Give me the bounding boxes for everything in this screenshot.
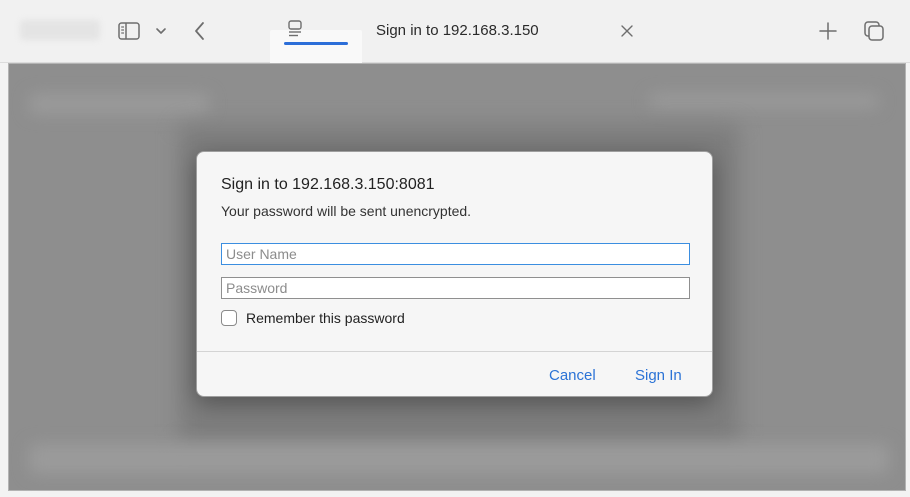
- tab-progress-bar: [284, 42, 348, 45]
- browser-toolbar: Sign in to 192.168.3.150: [0, 0, 910, 65]
- password-input[interactable]: [221, 277, 690, 299]
- chevron-down-icon[interactable]: [154, 24, 168, 38]
- dialog-divider: [197, 351, 712, 352]
- close-icon[interactable]: [619, 23, 635, 39]
- remember-password-checkbox[interactable]: [221, 310, 237, 326]
- traffic-lights-area: [20, 20, 100, 40]
- back-icon[interactable]: [191, 20, 209, 42]
- plus-icon[interactable]: [818, 21, 838, 41]
- dialog-warning-text: Your password will be sent unencrypted.: [221, 203, 472, 219]
- page-icon: [288, 20, 302, 37]
- auth-dialog: Sign in to 192.168.3.150:8081 Your passw…: [196, 151, 713, 397]
- tab-title[interactable]: Sign in to 192.168.3.150: [376, 22, 539, 39]
- cancel-button[interactable]: Cancel: [549, 367, 596, 384]
- username-input[interactable]: [221, 243, 690, 265]
- dialog-title: Sign in to 192.168.3.150:8081: [221, 176, 435, 193]
- sidebar-icon[interactable]: [118, 22, 140, 40]
- sign-in-button[interactable]: Sign In: [635, 367, 682, 384]
- remember-password-label[interactable]: Remember this password: [246, 310, 405, 326]
- tabs-overview-icon[interactable]: [862, 19, 886, 43]
